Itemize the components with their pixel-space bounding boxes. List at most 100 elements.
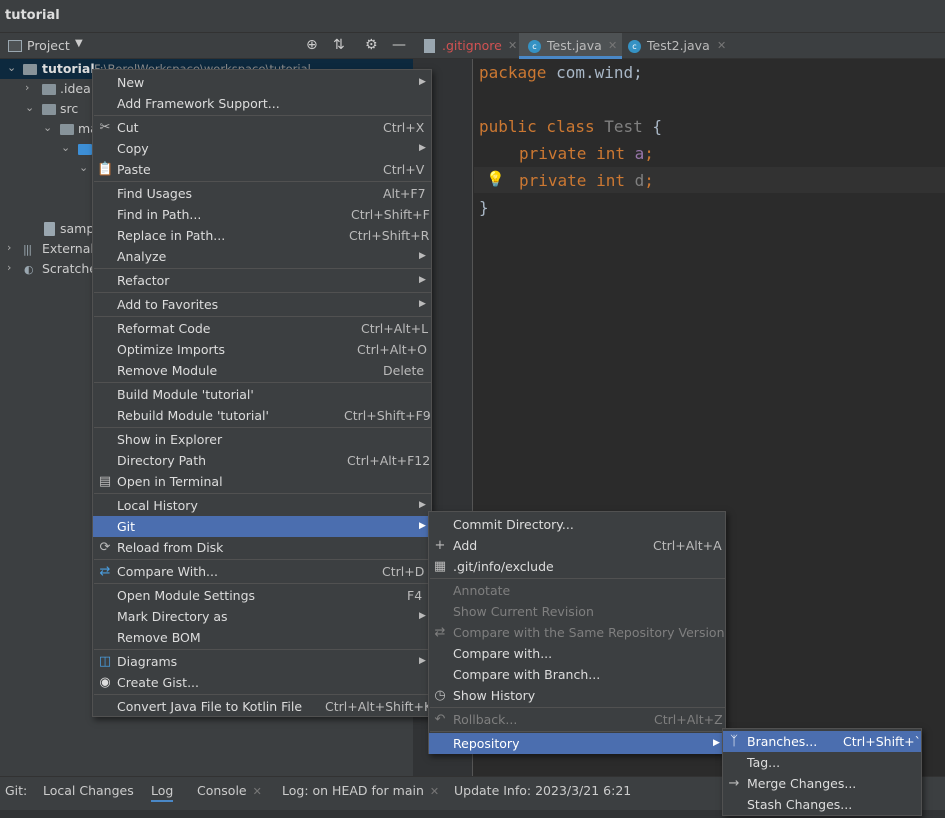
menu-item-add-to-favorites[interactable]: Add to Favorites ▶ bbox=[93, 294, 431, 315]
tab-update-info[interactable]: Update Info: 2023/3/21 6:21 bbox=[454, 783, 631, 798]
library-icon: ||| bbox=[23, 243, 32, 256]
menu-item-optimize-imports[interactable]: Optimize Imports Ctrl+Alt+O bbox=[93, 339, 431, 360]
menu-item-find-in-path[interactable]: Find in Path... Ctrl+Shift+F bbox=[93, 204, 431, 225]
gear-icon[interactable]: ⚙ bbox=[365, 37, 378, 53]
project-view-selector[interactable]: Project bbox=[27, 38, 70, 53]
menu-item-git-info-exclude[interactable]: ▦ .git/info/exclude bbox=[429, 556, 725, 577]
project-context-menu: New ▶ Add Framework Support... ✂ Cut Ctrl+X… bbox=[92, 69, 432, 717]
menu-item-open-in-terminal[interactable]: ▤ Open in Terminal bbox=[93, 471, 431, 492]
menu-item-paste[interactable]: 📋 Paste Ctrl+V bbox=[93, 159, 431, 180]
code-line: package com.wind; bbox=[479, 63, 643, 82]
menu-item-stash-changes[interactable]: Stash Changes... bbox=[723, 794, 921, 815]
menu-item-find-usages[interactable]: Find Usages Alt+F7 bbox=[93, 183, 431, 204]
menu-item-reload-from-disk[interactable]: ⟳ Reload from Disk bbox=[93, 537, 431, 558]
menu-item-remove-bom[interactable]: Remove BOM bbox=[93, 627, 431, 648]
tab-log[interactable]: Log bbox=[151, 783, 174, 802]
menu-item-compare-with-branch[interactable]: Compare with Branch... bbox=[429, 664, 725, 685]
chevron-down-icon[interactable]: ⌄ bbox=[43, 121, 52, 134]
menu-item-copy[interactable]: Copy ▶ bbox=[93, 138, 431, 159]
menu-item-local-history[interactable]: Local History ▶ bbox=[93, 495, 431, 516]
menu-item-git[interactable]: Git ▶ bbox=[93, 516, 431, 537]
menu-item-diagrams[interactable]: ◫ Diagrams ▶ bbox=[93, 651, 431, 672]
folder-icon bbox=[42, 84, 56, 95]
terminal-icon: ▤ bbox=[98, 474, 112, 489]
menu-item-commit-directory[interactable]: Commit Directory... bbox=[429, 514, 725, 535]
tab-local-changes[interactable]: Local Changes bbox=[43, 783, 134, 798]
menu-item-cut[interactable]: ✂ Cut Ctrl+X bbox=[93, 117, 431, 138]
submenu-arrow-icon: ▶ bbox=[419, 77, 426, 87]
menu-item-create-gist[interactable]: ◉ Create Gist... bbox=[93, 672, 431, 693]
lightbulb-icon[interactable]: 💡 bbox=[486, 170, 505, 188]
close-icon[interactable]: ✕ bbox=[717, 33, 726, 59]
menu-separator bbox=[94, 694, 432, 695]
tab-test-java[interactable]: c Test.java ✕ bbox=[519, 33, 622, 59]
chevron-down-icon[interactable]: ⌄ bbox=[61, 141, 70, 154]
close-icon[interactable]: ✕ bbox=[508, 33, 517, 59]
menu-separator bbox=[94, 559, 432, 560]
menu-item-add[interactable]: + Add Ctrl+Alt+A bbox=[429, 535, 725, 556]
menu-item-tag[interactable]: Tag... bbox=[723, 752, 921, 773]
menu-item-compare-same-repo-version[interactable]: ⇄ Compare with the Same Repository Versio… bbox=[429, 622, 725, 643]
tab-console[interactable]: Console ✕ bbox=[197, 783, 262, 798]
code-line: private int a; bbox=[519, 144, 654, 163]
menu-item-new[interactable]: New ▶ bbox=[93, 72, 431, 93]
menu-item-show-history[interactable]: ◷ Show History bbox=[429, 685, 725, 706]
menu-item-rollback[interactable]: ↶ Rollback... Ctrl+Alt+Z bbox=[429, 709, 725, 730]
menu-item-build-module[interactable]: Build Module 'tutorial' bbox=[93, 384, 431, 405]
menu-item-show-current-revision[interactable]: Show Current Revision bbox=[429, 601, 725, 622]
menu-item-annotate[interactable]: Annotate bbox=[429, 580, 725, 601]
menu-item-remove-module[interactable]: Remove Module Delete bbox=[93, 360, 431, 381]
project-icon bbox=[8, 40, 22, 52]
menu-item-compare-with[interactable]: ⇄ Compare With... Ctrl+D bbox=[93, 561, 431, 582]
folder-icon bbox=[60, 124, 74, 135]
menu-item-rebuild-module[interactable]: Rebuild Module 'tutorial' Ctrl+Shift+F9 bbox=[93, 405, 431, 426]
module-folder-icon bbox=[23, 64, 37, 75]
menu-item-convert-to-kotlin[interactable]: Convert Java File to Kotlin File Ctrl+Alt… bbox=[93, 696, 432, 717]
chevron-down-icon[interactable]: ⌄ bbox=[79, 161, 88, 174]
submenu-arrow-icon: ▶ bbox=[419, 500, 426, 510]
menu-separator bbox=[94, 649, 432, 650]
chevron-down-icon[interactable]: ▼ bbox=[75, 38, 83, 49]
scissors-icon: ✂ bbox=[99, 120, 111, 135]
menu-item-mark-directory-as[interactable]: Mark Directory as ▶ bbox=[93, 606, 431, 627]
locate-icon[interactable]: ⊕ bbox=[306, 37, 318, 53]
submenu-arrow-icon: ▶ bbox=[419, 656, 426, 666]
close-icon: ✕ bbox=[252, 785, 262, 798]
close-icon[interactable]: ✕ bbox=[608, 33, 617, 59]
reload-icon: ⟳ bbox=[99, 540, 111, 555]
tab-log-head[interactable]: Log: on HEAD for main ✕ bbox=[282, 783, 439, 798]
menu-item-replace-in-path[interactable]: Replace in Path... Ctrl+Shift+R bbox=[93, 225, 431, 246]
git-submenu: Commit Directory... + Add Ctrl+Alt+A ▦ .git… bbox=[428, 511, 726, 754]
menu-separator bbox=[94, 427, 432, 428]
close-icon: ✕ bbox=[429, 785, 440, 798]
tab-test2-java[interactable]: c Test2.java ✕ bbox=[622, 33, 732, 59]
code-line: public class Test { bbox=[479, 117, 663, 136]
java-class-icon: c bbox=[628, 40, 641, 53]
collapse-all-icon[interactable]: ⇅ bbox=[333, 37, 345, 53]
menu-item-repository[interactable]: Repository ▶ bbox=[429, 733, 725, 754]
menu-item-reformat-code[interactable]: Reformat Code Ctrl+Alt+L bbox=[93, 318, 431, 339]
chevron-down-icon[interactable]: ⌄ bbox=[7, 61, 16, 74]
menu-item-open-module-settings[interactable]: Open Module Settings F4 bbox=[93, 585, 431, 606]
chevron-down-icon[interactable]: ⌄ bbox=[25, 101, 34, 114]
chevron-right-icon[interactable]: › bbox=[25, 81, 29, 94]
clipboard-icon: 📋 bbox=[97, 162, 114, 177]
hide-icon[interactable]: — bbox=[392, 37, 406, 53]
menu-item-compare-with[interactable]: Compare with... bbox=[429, 643, 725, 664]
menu-separator bbox=[94, 268, 432, 269]
tab-gitignore[interactable]: .gitignore ✕ bbox=[419, 33, 519, 59]
menu-item-merge-changes[interactable]: → Merge Changes... bbox=[723, 773, 921, 794]
tab-label: Test2.java bbox=[647, 38, 710, 53]
menu-item-refactor[interactable]: Refactor ▶ bbox=[93, 270, 431, 291]
compare-icon: ⇄ bbox=[434, 625, 446, 640]
menu-item-show-in-explorer[interactable]: Show in Explorer bbox=[93, 429, 431, 450]
git-label: Git: bbox=[5, 783, 28, 798]
menu-item-branches[interactable]: ᛉ Branches... Ctrl+Shift+` bbox=[723, 731, 921, 752]
chevron-right-icon[interactable]: › bbox=[7, 241, 11, 254]
menu-item-add-framework[interactable]: Add Framework Support... bbox=[93, 93, 431, 114]
menu-item-directory-path[interactable]: Directory Path Ctrl+Alt+F12 bbox=[93, 450, 431, 471]
menu-item-analyze[interactable]: Analyze ▶ bbox=[93, 246, 431, 267]
chevron-right-icon[interactable]: › bbox=[7, 261, 11, 274]
java-class-icon: c bbox=[528, 40, 541, 53]
tree-item-label: samp bbox=[60, 221, 95, 236]
